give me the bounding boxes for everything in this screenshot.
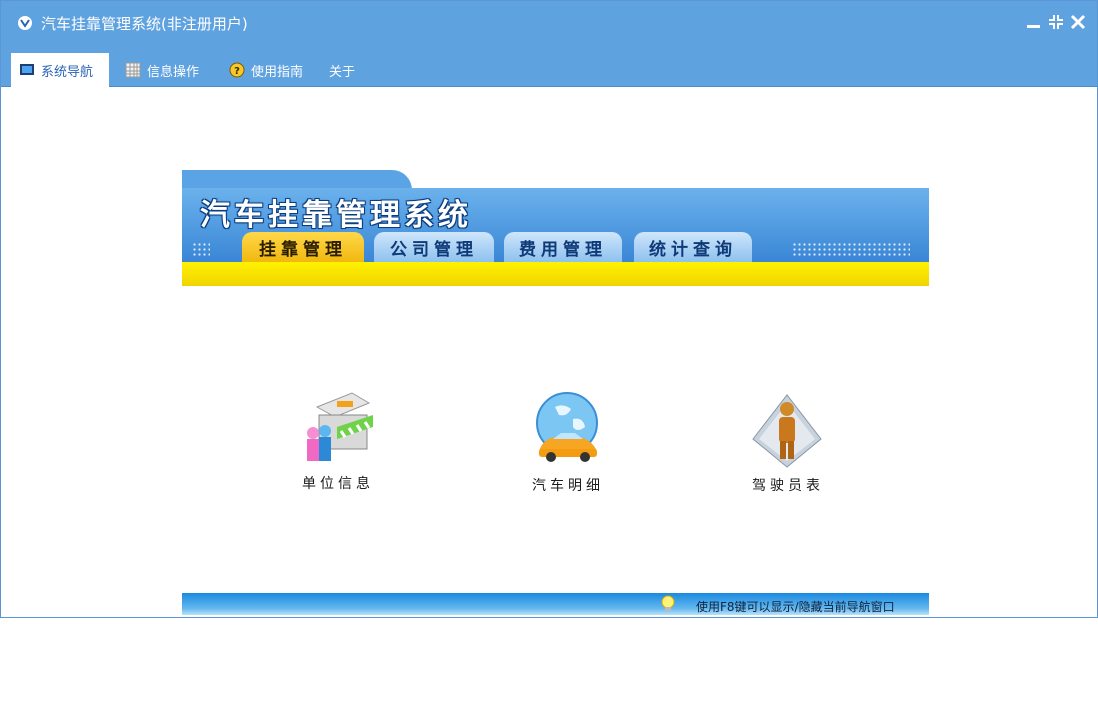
menu-label: 关于 (329, 64, 356, 80)
grid-icon (125, 62, 141, 78)
menu-bar: 系统导航 信息操作 ? 使用指南 关于 (1, 45, 1097, 87)
tile-unit-info[interactable]: 单位信息 (273, 387, 393, 497)
lightbulb-icon (661, 595, 675, 611)
tile-driver-list[interactable]: 驾驶员表 (723, 389, 843, 499)
close-icon[interactable] (1069, 13, 1087, 31)
decor-dots (792, 242, 910, 258)
decor-dots (192, 242, 210, 258)
monitor-icon (20, 64, 34, 75)
banner-title: 汽车挂靠管理系统 (200, 198, 472, 233)
tile-label: 驾驶员表 (752, 478, 824, 494)
menu-label: 系统导航 (41, 64, 94, 80)
driver-figure-icon (752, 394, 822, 468)
tab-company-management[interactable]: 公司管理 (374, 232, 494, 262)
tab-affiliation-management[interactable]: 挂靠管理 (242, 232, 364, 262)
banner-yellow-strip (182, 262, 929, 286)
window-title: 汽车挂靠管理系统(非注册用户) (41, 15, 248, 33)
menu-label: 使用指南 (251, 64, 304, 80)
tab-statistics-query[interactable]: 统计查询 (634, 232, 752, 262)
menu-label: 信息操作 (147, 64, 200, 80)
hint-bar: 使用F8键可以显示/隐藏当前导航窗口 (182, 593, 929, 615)
globe-car-icon (536, 392, 598, 462)
tile-car-details[interactable]: 汽车明细 (503, 389, 623, 499)
minimize-icon[interactable] (1025, 13, 1043, 31)
menu-info-operation[interactable]: 信息操作 (117, 53, 207, 87)
restore-icon[interactable] (1047, 13, 1065, 31)
svg-text:?: ? (234, 66, 240, 77)
menu-system-navigation[interactable]: 系统导航 (11, 53, 109, 87)
tile-label: 单位信息 (302, 476, 374, 492)
title-bar[interactable]: 汽车挂靠管理系统(非注册用户) (1, 1, 1097, 45)
menu-about[interactable]: 关于 (321, 53, 363, 87)
app-logo-icon (18, 16, 32, 30)
shop-people-icon (307, 392, 373, 461)
hint-text: 使用F8键可以显示/隐藏当前导航窗口 (696, 600, 895, 614)
tile-label: 汽车明细 (532, 478, 604, 494)
tab-fee-management[interactable]: 费用管理 (504, 232, 622, 262)
main-window: 汽车挂靠管理系统(非注册用户) 系统导航 信息操作 ? 使用指南 关于 汽车挂靠… (0, 0, 1098, 618)
help-icon: ? (229, 62, 245, 78)
nav-banner: 汽车挂靠管理系统 挂靠管理 公司管理 费用管理 统计查询 (182, 170, 929, 286)
menu-user-guide[interactable]: ? 使用指南 (221, 53, 311, 87)
